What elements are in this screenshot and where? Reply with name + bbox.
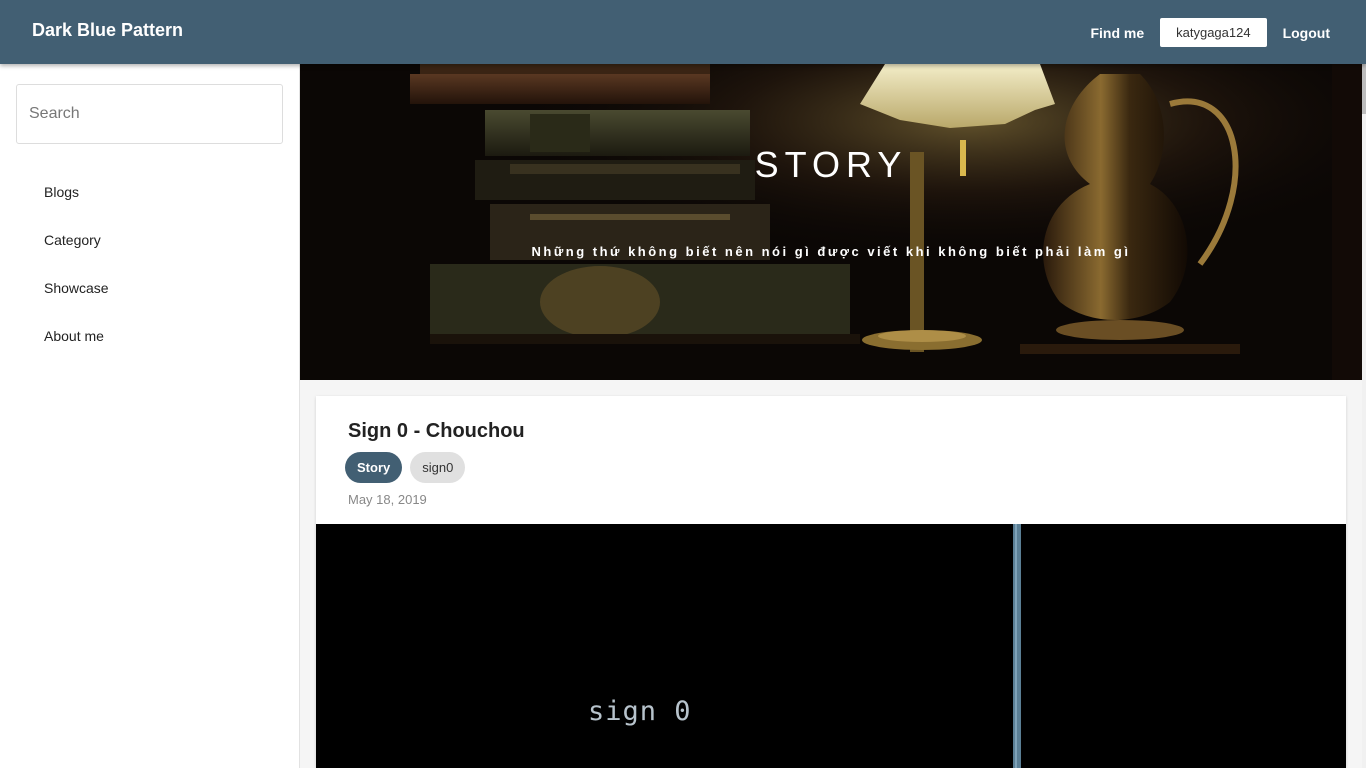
post-cover-image[interactable]: sign 0: [316, 524, 1346, 768]
sidebar-item-category[interactable]: Category: [0, 216, 299, 264]
post-tags: Story sign0: [345, 452, 473, 483]
top-app-bar: Dark Blue Pattern Find me katygaga124 Lo…: [0, 0, 1366, 64]
post-card: Sign 0 - Chouchou Story sign0 May 18, 20…: [316, 396, 1346, 768]
tag-chip-story[interactable]: Story: [345, 452, 403, 483]
find-me-link[interactable]: Find me: [1090, 19, 1144, 47]
sidebar-nav: Blogs Category Showcase About me: [0, 168, 299, 360]
hero-background-image: [300, 64, 1362, 380]
sidebar: Blogs Category Showcase About me: [0, 64, 300, 768]
cover-vertical-line-highlight: [1015, 524, 1017, 768]
hero-subtitle: Những thứ không biết nên nói gì được viế…: [531, 244, 1131, 259]
sidebar-item-showcase[interactable]: Showcase: [0, 264, 299, 312]
search-field[interactable]: [16, 84, 283, 144]
post-date: May 18, 2019: [348, 492, 427, 507]
sidebar-item-about-me[interactable]: About me: [0, 312, 299, 360]
page-scrollbar[interactable]: [1362, 64, 1366, 768]
sidebar-item-blogs[interactable]: Blogs: [0, 168, 299, 216]
logout-link[interactable]: Logout: [1283, 19, 1330, 47]
header-nav: Find me katygaga124 Logout: [1090, 18, 1330, 47]
site-brand[interactable]: Dark Blue Pattern: [32, 20, 183, 41]
search-input[interactable]: [17, 85, 282, 143]
user-account-button[interactable]: katygaga124: [1160, 18, 1267, 47]
scrollbar-thumb[interactable]: [1362, 64, 1366, 114]
post-title[interactable]: Sign 0 - Chouchou: [348, 420, 525, 443]
hero-banner: STORY Những thứ không biết nên nói gì đư…: [300, 64, 1362, 380]
tag-chip-sign0[interactable]: sign0: [410, 452, 466, 483]
cover-image-text: sign 0: [588, 696, 692, 727]
hero-title: STORY: [754, 144, 908, 185]
